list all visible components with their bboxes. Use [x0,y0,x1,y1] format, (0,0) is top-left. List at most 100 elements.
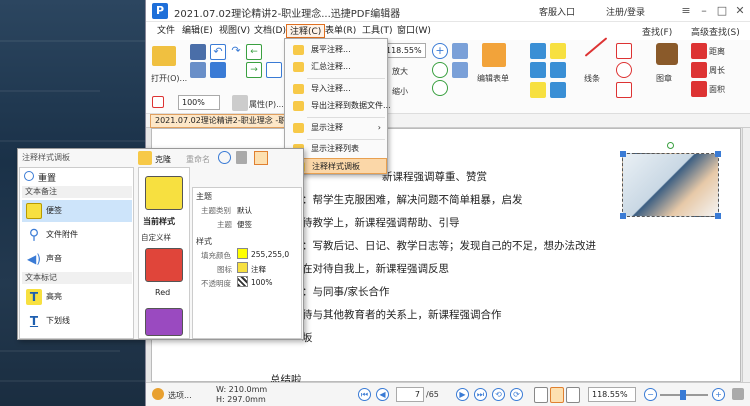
purple-style-preview[interactable] [145,308,183,336]
refresh-icon[interactable] [218,151,231,164]
clone-button[interactable]: 克隆 [155,154,171,165]
opacity-value[interactable]: 100% [251,278,272,287]
subject-type-value[interactable]: 默认 [237,205,252,216]
line-label[interactable]: 线条 [584,73,600,84]
annotation-item-sticky[interactable]: 便签 [22,200,132,222]
menu-icon[interactable]: ≡ [678,3,694,19]
icon-value[interactable]: 注释 [251,264,266,275]
fill-color-icon[interactable] [152,96,164,108]
clone-icon[interactable] [138,151,152,165]
rename-button[interactable]: 重命名 [186,154,210,165]
edit-form-icon[interactable] [482,43,506,67]
find-button[interactable]: 查找(F) [642,25,672,38]
typewriter-icon[interactable] [530,62,546,78]
reset-button[interactable]: 重置 [38,171,56,184]
menu-document[interactable]: 文档(D) [251,24,289,38]
menu-window[interactable]: 窗口(W) [394,24,434,38]
menu-comment[interactable]: 注释(C) [286,24,326,38]
text-tool-icon[interactable] [530,43,546,59]
menu-item-export[interactable]: 导出注释到数据文件... [287,98,391,114]
next-page-icon[interactable]: ▶ [456,388,469,401]
line-icon[interactable] [584,37,608,57]
options-button[interactable]: 选项... [168,390,192,401]
menu-form[interactable]: 表单(R) [322,24,359,38]
redo-icon[interactable]: ↷ [228,44,244,60]
forward-view-icon[interactable]: ⟳ [510,388,523,401]
menu-view[interactable]: 视图(V) [216,24,253,38]
resize-handle[interactable] [620,151,626,157]
customer-service-link[interactable]: 客服入口 [539,5,575,18]
last-page-icon[interactable]: ⏭ [474,388,487,401]
zoom-slider-thumb[interactable] [680,390,686,400]
back-view-icon[interactable]: ⟲ [492,388,505,401]
custom-style-label[interactable]: 自定义样 [141,232,171,243]
category-text-notes[interactable]: 文本备注 [22,186,132,198]
selected-image[interactable] [620,142,721,219]
stamp-label[interactable]: 图章 [656,73,672,84]
vertical-scrollbar[interactable] [742,128,750,382]
hand-tool-icon[interactable] [210,62,226,78]
rotate-back-icon[interactable] [432,80,448,96]
minimize-icon[interactable]: – [696,3,712,19]
open-label[interactable]: 打开(O)... [151,73,187,84]
fill-color-value[interactable]: 255,255,0 [251,250,289,259]
zoom-slider[interactable] [660,390,708,400]
sticky-note-icon[interactable] [550,43,566,59]
zoom-select[interactable]: 118.55% [382,43,426,58]
resize-handle[interactable] [715,151,721,157]
undo-icon[interactable]: ↶ [210,44,226,60]
perimeter-icon[interactable] [691,62,707,78]
area-icon[interactable] [691,81,707,97]
subject-value[interactable]: 便签 [237,219,252,230]
zoom-in-status-icon[interactable]: + [712,388,725,401]
zoom-in-icon[interactable]: + [432,43,448,59]
zoom-out-icon[interactable]: − [644,388,657,401]
rotate-handle[interactable] [667,142,674,149]
print-icon[interactable] [190,62,206,78]
save-icon[interactable] [190,44,206,60]
page-icon[interactable] [266,62,282,78]
menu-item-summarize[interactable]: 汇总注释... [287,59,387,75]
close-icon[interactable]: ✕ [732,3,748,19]
zoom-out-label[interactable]: 缩小 [392,86,408,97]
resize-handle[interactable] [620,213,626,219]
edit-form-label[interactable]: 编辑表单 [477,73,509,84]
rotate-icon[interactable] [432,62,448,78]
fullscreen-icon[interactable] [732,388,744,400]
properties-label[interactable]: 属性(P)... [249,99,284,110]
continuous-page-icon[interactable] [550,387,564,403]
zoom-in-label[interactable]: 放大 [392,66,408,77]
attach-icon[interactable] [550,62,566,78]
page-number-input[interactable]: 7 [396,387,424,402]
category-text-markup[interactable]: 文本标记 [22,272,132,284]
back-icon[interactable]: ← [246,44,262,60]
properties-icon[interactable] [232,95,248,111]
open-folder-icon[interactable] [152,46,176,66]
page-layout-2-icon[interactable] [452,62,468,78]
prev-page-icon[interactable]: ◀ [376,388,389,401]
page-layout-icon[interactable] [452,43,468,59]
resize-handle[interactable] [715,213,721,219]
login-link[interactable]: 注册/登录 [606,5,645,18]
rectangle-icon[interactable] [616,43,632,59]
stamp-small-icon[interactable] [550,82,566,98]
menu-edit[interactable]: 编辑(E) [179,24,216,38]
advanced-find-button[interactable]: 高级查找(S) [691,25,740,38]
perimeter-label[interactable]: 周长 [709,65,725,76]
stamp-icon[interactable] [656,43,678,65]
distance-icon[interactable] [691,43,707,59]
menu-item-show-comments[interactable]: 显示注释 › [287,120,387,136]
annotation-item-attachment[interactable]: ⚲ 文件附件 [22,224,132,246]
annotation-item-highlight[interactable]: T 高亮 [22,286,132,308]
fill-color-swatch[interactable] [237,248,248,259]
opacity-select[interactable]: 100% [178,95,220,110]
maximize-icon[interactable]: □ [714,3,730,19]
forward-icon[interactable]: → [246,62,262,78]
menu-item-import[interactable]: 导入注释... [287,81,387,97]
settings-icon[interactable] [152,388,164,400]
two-page-icon[interactable] [566,387,580,403]
delete-icon[interactable] [236,151,247,164]
menu-item-flatten[interactable]: 展平注释... [287,42,387,58]
red-style-preview[interactable] [145,248,183,282]
area-label[interactable]: 面积 [709,84,725,95]
